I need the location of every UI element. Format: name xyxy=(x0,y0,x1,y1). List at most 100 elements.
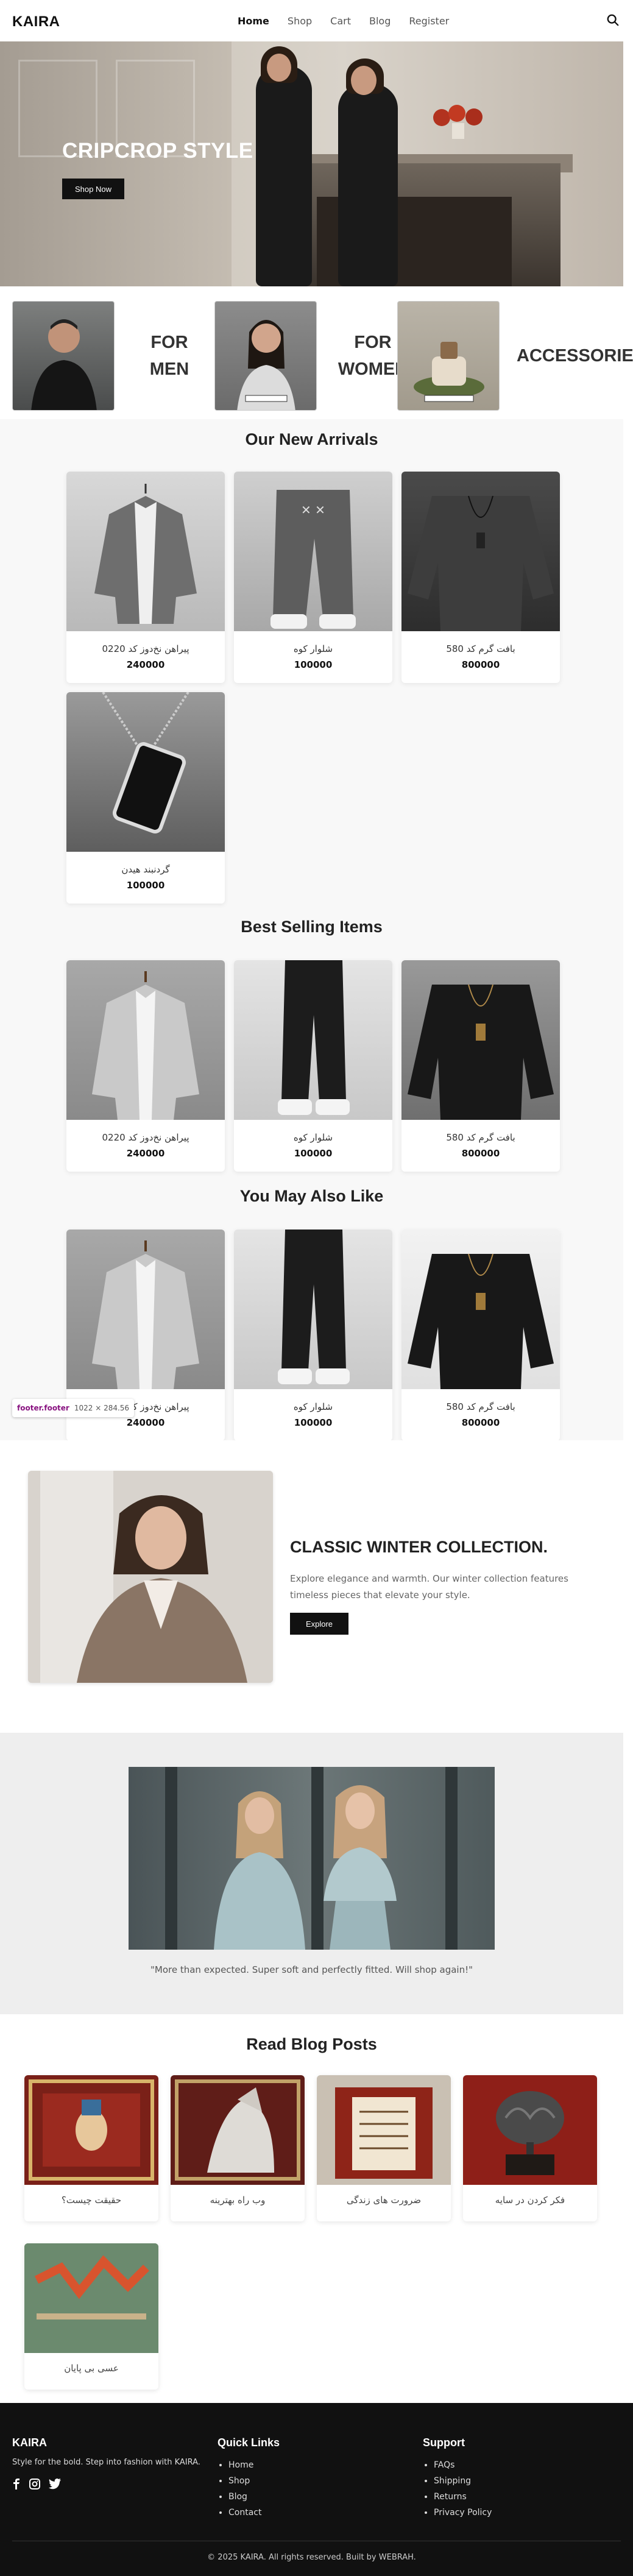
footer-link-returns[interactable]: Returns xyxy=(434,2489,492,2505)
product-image xyxy=(234,1230,392,1389)
footer-link-home[interactable]: Home xyxy=(228,2457,261,2473)
product-image xyxy=(66,960,225,1120)
product-card[interactable]: بافت گرم کد 580 800000 xyxy=(401,1230,560,1441)
product-card[interactable]: پیراهن نخ‌دوز کد 0220 240000 xyxy=(66,960,225,1172)
blog-card[interactable]: وب راه بهترینه xyxy=(171,2075,305,2221)
model-head xyxy=(267,54,291,82)
site-footer: KAIRA Style for the bold. Step into fash… xyxy=(0,2403,633,2576)
nav-shop[interactable]: Shop xyxy=(288,15,312,27)
footer-link-contact[interactable]: Contact xyxy=(228,2505,261,2521)
category-women-image[interactable] xyxy=(214,301,317,411)
product-sections: Our New Arrivals پیراهن نخ‌دوز کد 0220 2… xyxy=(0,419,623,1441)
category-strip: FOR MEN FOR WOMEN ACCESSORIES xyxy=(0,286,633,419)
blog-image xyxy=(24,2243,158,2353)
product-name: بافت گرم کد 580 xyxy=(446,1132,515,1143)
footer-link-shop[interactable]: Shop xyxy=(228,2473,261,2489)
nav-cart[interactable]: Cart xyxy=(330,15,351,27)
product-name: شلوار کوه xyxy=(293,1401,333,1412)
model-head xyxy=(351,66,377,95)
product-card[interactable]: بافت گرم کد 580 800000 xyxy=(401,960,560,1172)
best-selling-title: Best Selling Items xyxy=(241,918,383,936)
product-name: پیراهن نخ‌دوز کد 0220 xyxy=(102,643,189,654)
blog-card[interactable]: عسی بی پایان xyxy=(24,2243,158,2390)
footer-brand: KAIRA xyxy=(12,2436,47,2449)
winter-collection-image xyxy=(28,1471,273,1683)
category-label-line: FOR xyxy=(150,333,188,352)
instagram-icon[interactable] xyxy=(29,2479,40,2489)
new-arrivals-title: Our New Arrivals xyxy=(245,430,378,448)
footer-tagline: Style for the bold. Step into fashion wi… xyxy=(12,2458,200,2467)
blog-post-title: ضرورت های زندگی xyxy=(346,2195,422,2206)
testimonial: "More than expected. Super soft and perf… xyxy=(0,1733,623,2014)
blog-post-title: فکر کردن در سایه xyxy=(495,2195,565,2206)
explore-button[interactable]: Explore xyxy=(290,1613,348,1635)
blog-post-title: وب راه بهترینه xyxy=(210,2195,266,2206)
product-image xyxy=(66,1230,225,1389)
nav-blog[interactable]: Blog xyxy=(369,15,391,27)
blog-title: Read Blog Posts xyxy=(246,2035,377,2053)
blog-image xyxy=(317,2075,451,2185)
blog-card[interactable]: فکر کردن در سایه xyxy=(463,2075,597,2221)
category-men-label[interactable]: FOR MEN xyxy=(133,329,206,383)
support-title: Support xyxy=(423,2436,465,2449)
product-image xyxy=(66,472,225,631)
footer-link-blog[interactable]: Blog xyxy=(228,2489,261,2505)
quick-links-title: Quick Links xyxy=(217,2436,280,2449)
category-men-image[interactable] xyxy=(12,301,115,411)
blog-post-title: عسی بی پایان xyxy=(64,2363,119,2374)
devtools-dimensions: 1022 × 284.56 xyxy=(74,1404,130,1412)
model-figure xyxy=(256,66,312,286)
twitter-icon[interactable] xyxy=(49,2479,61,2489)
product-name: شلوار کوه xyxy=(293,1132,333,1143)
category-accessories-image[interactable] xyxy=(397,301,500,411)
product-card[interactable]: گردنبند هیدن 100000 xyxy=(66,692,225,904)
category-label-line: ACCESSORIES xyxy=(517,346,633,366)
product-price: 800000 xyxy=(461,1417,500,1428)
blog-image xyxy=(24,2075,158,2185)
search-icon[interactable] xyxy=(606,13,620,27)
product-name: بافت گرم کد 580 xyxy=(446,643,515,654)
testimonial-quote: "More than expected. Super soft and perf… xyxy=(150,1964,473,1975)
product-card[interactable]: بافت گرم کد 580 800000 xyxy=(401,472,560,683)
footer-link-faqs[interactable]: FAQs xyxy=(434,2457,492,2473)
product-price: 240000 xyxy=(126,1417,165,1428)
winter-description: Explore elegance and warmth. Our winter … xyxy=(290,1573,568,1601)
facebook-icon[interactable] xyxy=(12,2479,21,2489)
hero-banner: CRIPCROP STYLE Shop Now xyxy=(0,41,623,286)
page: KAIRA Home Shop Cart Blog Register CRIPC… xyxy=(0,0,633,2576)
product-card[interactable]: شلوار کوه 100000 xyxy=(234,1230,392,1441)
svg-text:✕ ✕: ✕ ✕ xyxy=(301,503,325,517)
product-image xyxy=(401,1230,560,1389)
quick-links-list: Home Shop Blog Contact xyxy=(217,2457,261,2521)
product-card[interactable]: پیراهن نخ‌دوز کد 0220 240000 xyxy=(66,472,225,683)
blog-post-title: حقیقت چیست؟ xyxy=(61,2195,122,2206)
blog-card[interactable]: ضرورت های زندگی xyxy=(317,2075,451,2221)
product-card[interactable]: شلوار کوه 100000 xyxy=(234,960,392,1172)
blog-card[interactable]: حقیقت چیست؟ xyxy=(24,2075,158,2221)
category-label-line: MEN xyxy=(149,359,189,379)
product-image xyxy=(234,960,392,1120)
product-price: 800000 xyxy=(461,659,500,670)
product-image xyxy=(401,472,560,631)
shop-now-button[interactable]: Shop Now xyxy=(62,179,124,199)
product-price: 100000 xyxy=(294,659,333,670)
testimonial-image xyxy=(129,1767,495,1950)
product-image xyxy=(401,960,560,1120)
product-price: 100000 xyxy=(294,1148,333,1159)
logo[interactable]: KAIRA xyxy=(12,13,60,30)
winter-title: CLASSIC WINTER COLLECTION. xyxy=(290,1538,548,1556)
footer-link-shipping[interactable]: Shipping xyxy=(434,2473,492,2489)
nav-home[interactable]: Home xyxy=(238,15,269,27)
devtools-tooltip: footer.footer 1022 × 284.56 xyxy=(12,1399,135,1417)
category-accessories-label[interactable]: ACCESSORIES xyxy=(517,342,633,369)
product-card[interactable]: ✕ ✕ شلوار کوه 100000 xyxy=(234,472,392,683)
product-image xyxy=(66,692,225,852)
product-name: گردنبند هیدن xyxy=(121,864,170,875)
blog-image xyxy=(171,2075,305,2185)
nav-register[interactable]: Register xyxy=(409,15,449,27)
footer-link-privacy[interactable]: Privacy Policy xyxy=(434,2505,492,2521)
product-name: شلوار کوه xyxy=(293,643,333,654)
blog-section: Read Blog Posts حقیقت چیست؟ وب راه بهتری… xyxy=(0,2014,623,2403)
product-price: 100000 xyxy=(126,880,165,891)
site-header: KAIRA Home Shop Cart Blog Register xyxy=(0,0,633,41)
